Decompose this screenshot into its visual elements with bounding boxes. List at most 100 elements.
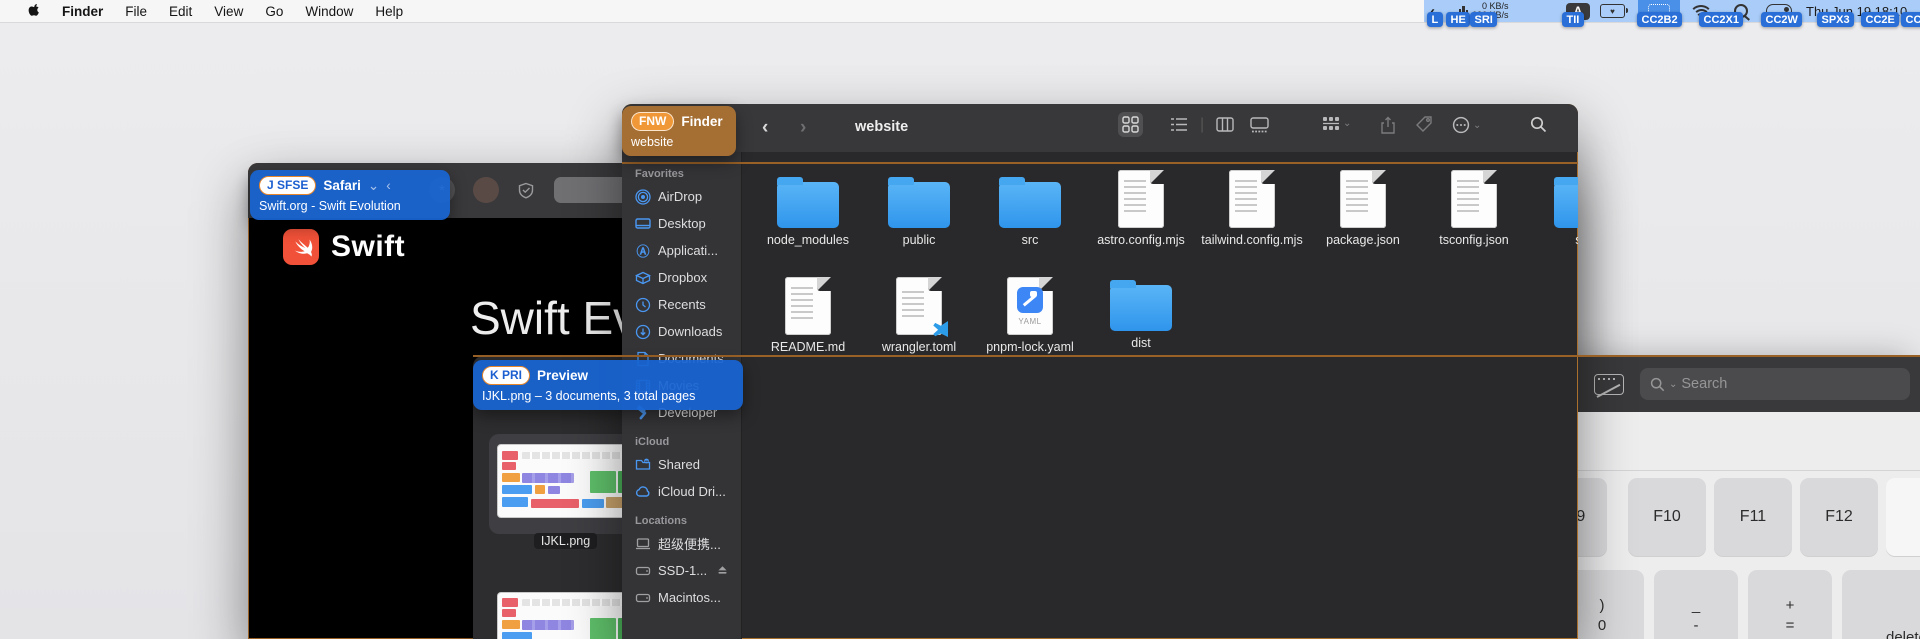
file-node_modules[interactable]: node_modules bbox=[756, 174, 860, 247]
share-button[interactable] bbox=[1380, 116, 1396, 134]
key-f12[interactable]: F12 bbox=[1800, 478, 1878, 556]
hint-chip-cc2c[interactable]: CC2C bbox=[1901, 12, 1920, 27]
sidebar-item-macintosh-hd[interactable]: Macintos... bbox=[622, 584, 741, 611]
key-minus[interactable]: _ - bbox=[1654, 570, 1738, 639]
preview-app-name: Preview bbox=[537, 368, 589, 383]
panel-divider bbox=[1578, 470, 1920, 471]
key-equals[interactable]: + = bbox=[1748, 570, 1832, 639]
apple-menu[interactable] bbox=[16, 2, 51, 20]
keyboard-edit-icon[interactable] bbox=[1594, 374, 1624, 395]
file-scripts-partial[interactable]: scri bbox=[1533, 174, 1578, 247]
key-f11[interactable]: F11 bbox=[1714, 478, 1792, 556]
vscode-badge-icon bbox=[933, 321, 948, 337]
document-vscode-icon bbox=[896, 277, 948, 337]
list-view-icon bbox=[1170, 118, 1188, 131]
file-pnpm-lock[interactable]: YAML pnpm-lock.yaml bbox=[978, 277, 1082, 354]
sidebar-item-recents[interactable]: Recents bbox=[622, 291, 741, 318]
tags-button[interactable] bbox=[1416, 116, 1433, 133]
drive-icon bbox=[635, 590, 651, 606]
folder-icon bbox=[888, 177, 950, 228]
finder-hint-subtitle: website bbox=[631, 135, 674, 149]
key-delete[interactable]: delete bbox=[1842, 570, 1920, 639]
safari-window-hint[interactable]: J SFSE Safari ⌄ ‹ Swift.org - Swift Evol… bbox=[250, 170, 450, 220]
document-icon bbox=[785, 277, 831, 335]
sidebar-item-dropbox[interactable]: Dropbox bbox=[622, 264, 741, 291]
file-package-json[interactable]: package.json bbox=[1311, 170, 1415, 247]
cloud-icon bbox=[635, 484, 651, 499]
keyboard-image-thumbnail[interactable] bbox=[497, 444, 637, 518]
search-button[interactable] bbox=[1530, 116, 1547, 133]
menu-finder[interactable]: Finder bbox=[51, 4, 114, 19]
sidebar-item-downloads[interactable]: Downloads bbox=[622, 318, 741, 345]
keyboard-viewer-search-input[interactable]: ⌄ Search bbox=[1640, 368, 1910, 400]
file-wrangler-toml[interactable]: wrangler.toml bbox=[867, 277, 971, 354]
hint-chip-sri[interactable]: SRI bbox=[1470, 12, 1498, 27]
page-heading: Swift Ev bbox=[470, 292, 637, 344]
keyboard-image-thumbnail-2[interactable] bbox=[497, 592, 637, 639]
safari-extension-shield-icon[interactable] bbox=[513, 177, 539, 203]
eject-icon[interactable] bbox=[716, 563, 729, 579]
view-gallery-button[interactable] bbox=[1250, 116, 1269, 133]
laptop-icon bbox=[635, 536, 651, 551]
safari-app-name: Safari bbox=[323, 178, 361, 193]
apple-icon bbox=[28, 3, 39, 16]
safari-extension-round-icon[interactable] bbox=[473, 177, 499, 203]
back-button[interactable]: ‹ bbox=[762, 117, 768, 139]
sidebar-item-laptop[interactable]: 超级便携... bbox=[622, 530, 741, 557]
file-public[interactable]: public bbox=[867, 174, 971, 247]
menu-file[interactable]: File bbox=[114, 4, 158, 19]
finder-window-hint[interactable]: FNW Finder website bbox=[622, 106, 736, 156]
menu-help[interactable]: Help bbox=[364, 4, 414, 19]
safari-page-title: Swift.org - Swift Evolution bbox=[259, 199, 401, 213]
menu-view[interactable]: View bbox=[203, 4, 254, 19]
hint-chip-tii[interactable]: TII bbox=[1562, 12, 1584, 27]
view-grid-button[interactable] bbox=[1118, 112, 1143, 137]
applications-icon: Ⓐ bbox=[636, 244, 650, 259]
hint-chip-cc2e[interactable]: CC2E bbox=[1861, 12, 1900, 27]
sidebar-item-icloud-drive[interactable]: iCloud Dri... bbox=[622, 478, 741, 505]
finder-hint-key: FNW bbox=[631, 112, 675, 131]
battery-item[interactable]: ♥ bbox=[1600, 0, 1628, 22]
sidebar-item-desktop[interactable]: Desktop bbox=[622, 210, 741, 237]
view-list-button[interactable] bbox=[1170, 116, 1188, 133]
hint-chip-he[interactable]: HE bbox=[1446, 12, 1471, 27]
keyboard-viewer-window: ⌄ Search F9 F10 F11 F12 )0 _- += delete bbox=[1578, 356, 1920, 639]
swift-site-brand[interactable]: Swift bbox=[283, 229, 405, 265]
folder-icon bbox=[1110, 280, 1172, 331]
hint-chip-cc2w[interactable]: CC2W bbox=[1761, 12, 1803, 27]
menu-go[interactable]: Go bbox=[254, 4, 294, 19]
forward-button[interactable]: › bbox=[800, 117, 806, 139]
file-src[interactable]: src bbox=[978, 174, 1082, 247]
preview-window-hint[interactable]: K PRI Preview IJKL.png – 3 documents, 3 … bbox=[473, 360, 743, 410]
key-f10[interactable]: F10 bbox=[1628, 478, 1706, 556]
file-tailwind-config[interactable]: tailwind.config.mjs bbox=[1200, 170, 1304, 247]
file-readme[interactable]: README.md bbox=[756, 277, 860, 354]
file-tsconfig-json[interactable]: tsconfig.json bbox=[1422, 170, 1526, 247]
group-by-button[interactable]: ⌄ bbox=[1322, 116, 1351, 131]
hint-chip-spx3[interactable]: SPX3 bbox=[1817, 12, 1855, 27]
finder-window-title: website bbox=[855, 119, 909, 135]
key-f9[interactable]: F9 bbox=[1578, 478, 1607, 556]
file-dist[interactable]: dist bbox=[1089, 277, 1193, 350]
more-actions-button[interactable]: ⌄ bbox=[1452, 116, 1481, 134]
share-icon bbox=[1381, 116, 1395, 134]
menu-window[interactable]: Window bbox=[294, 4, 364, 19]
hint-chip-l[interactable]: L bbox=[1427, 12, 1443, 27]
sidebar-item-shared[interactable]: Shared bbox=[622, 451, 741, 478]
sidebar-item-ssd[interactable]: SSD-1... bbox=[622, 557, 741, 584]
hint-chip-cc2x1[interactable]: CC2X1 bbox=[1699, 12, 1744, 27]
document-icon bbox=[1340, 170, 1386, 228]
key-0[interactable]: ) 0 bbox=[1578, 570, 1644, 639]
view-columns-button[interactable] bbox=[1216, 116, 1234, 133]
hint-chip-cc2b2[interactable]: CC2B2 bbox=[1637, 12, 1683, 27]
menu-edit[interactable]: Edit bbox=[158, 4, 203, 19]
finder-app-name: Finder bbox=[681, 114, 723, 129]
key-partial-right[interactable] bbox=[1886, 478, 1920, 556]
safari-window-top-border-overlay bbox=[622, 162, 1578, 164]
finder-window: ‹ › website | ⌄ ⌄ Favorites AirDrop Desk… bbox=[622, 104, 1578, 639]
sidebar-item-applications[interactable]: Ⓐ Applicati... bbox=[622, 237, 741, 264]
sidebar-item-airdrop[interactable]: AirDrop bbox=[622, 183, 741, 210]
search-placeholder: Search bbox=[1681, 376, 1728, 392]
file-astro-config[interactable]: astro.config.mjs bbox=[1089, 170, 1193, 247]
shared-folder-icon bbox=[635, 457, 651, 472]
